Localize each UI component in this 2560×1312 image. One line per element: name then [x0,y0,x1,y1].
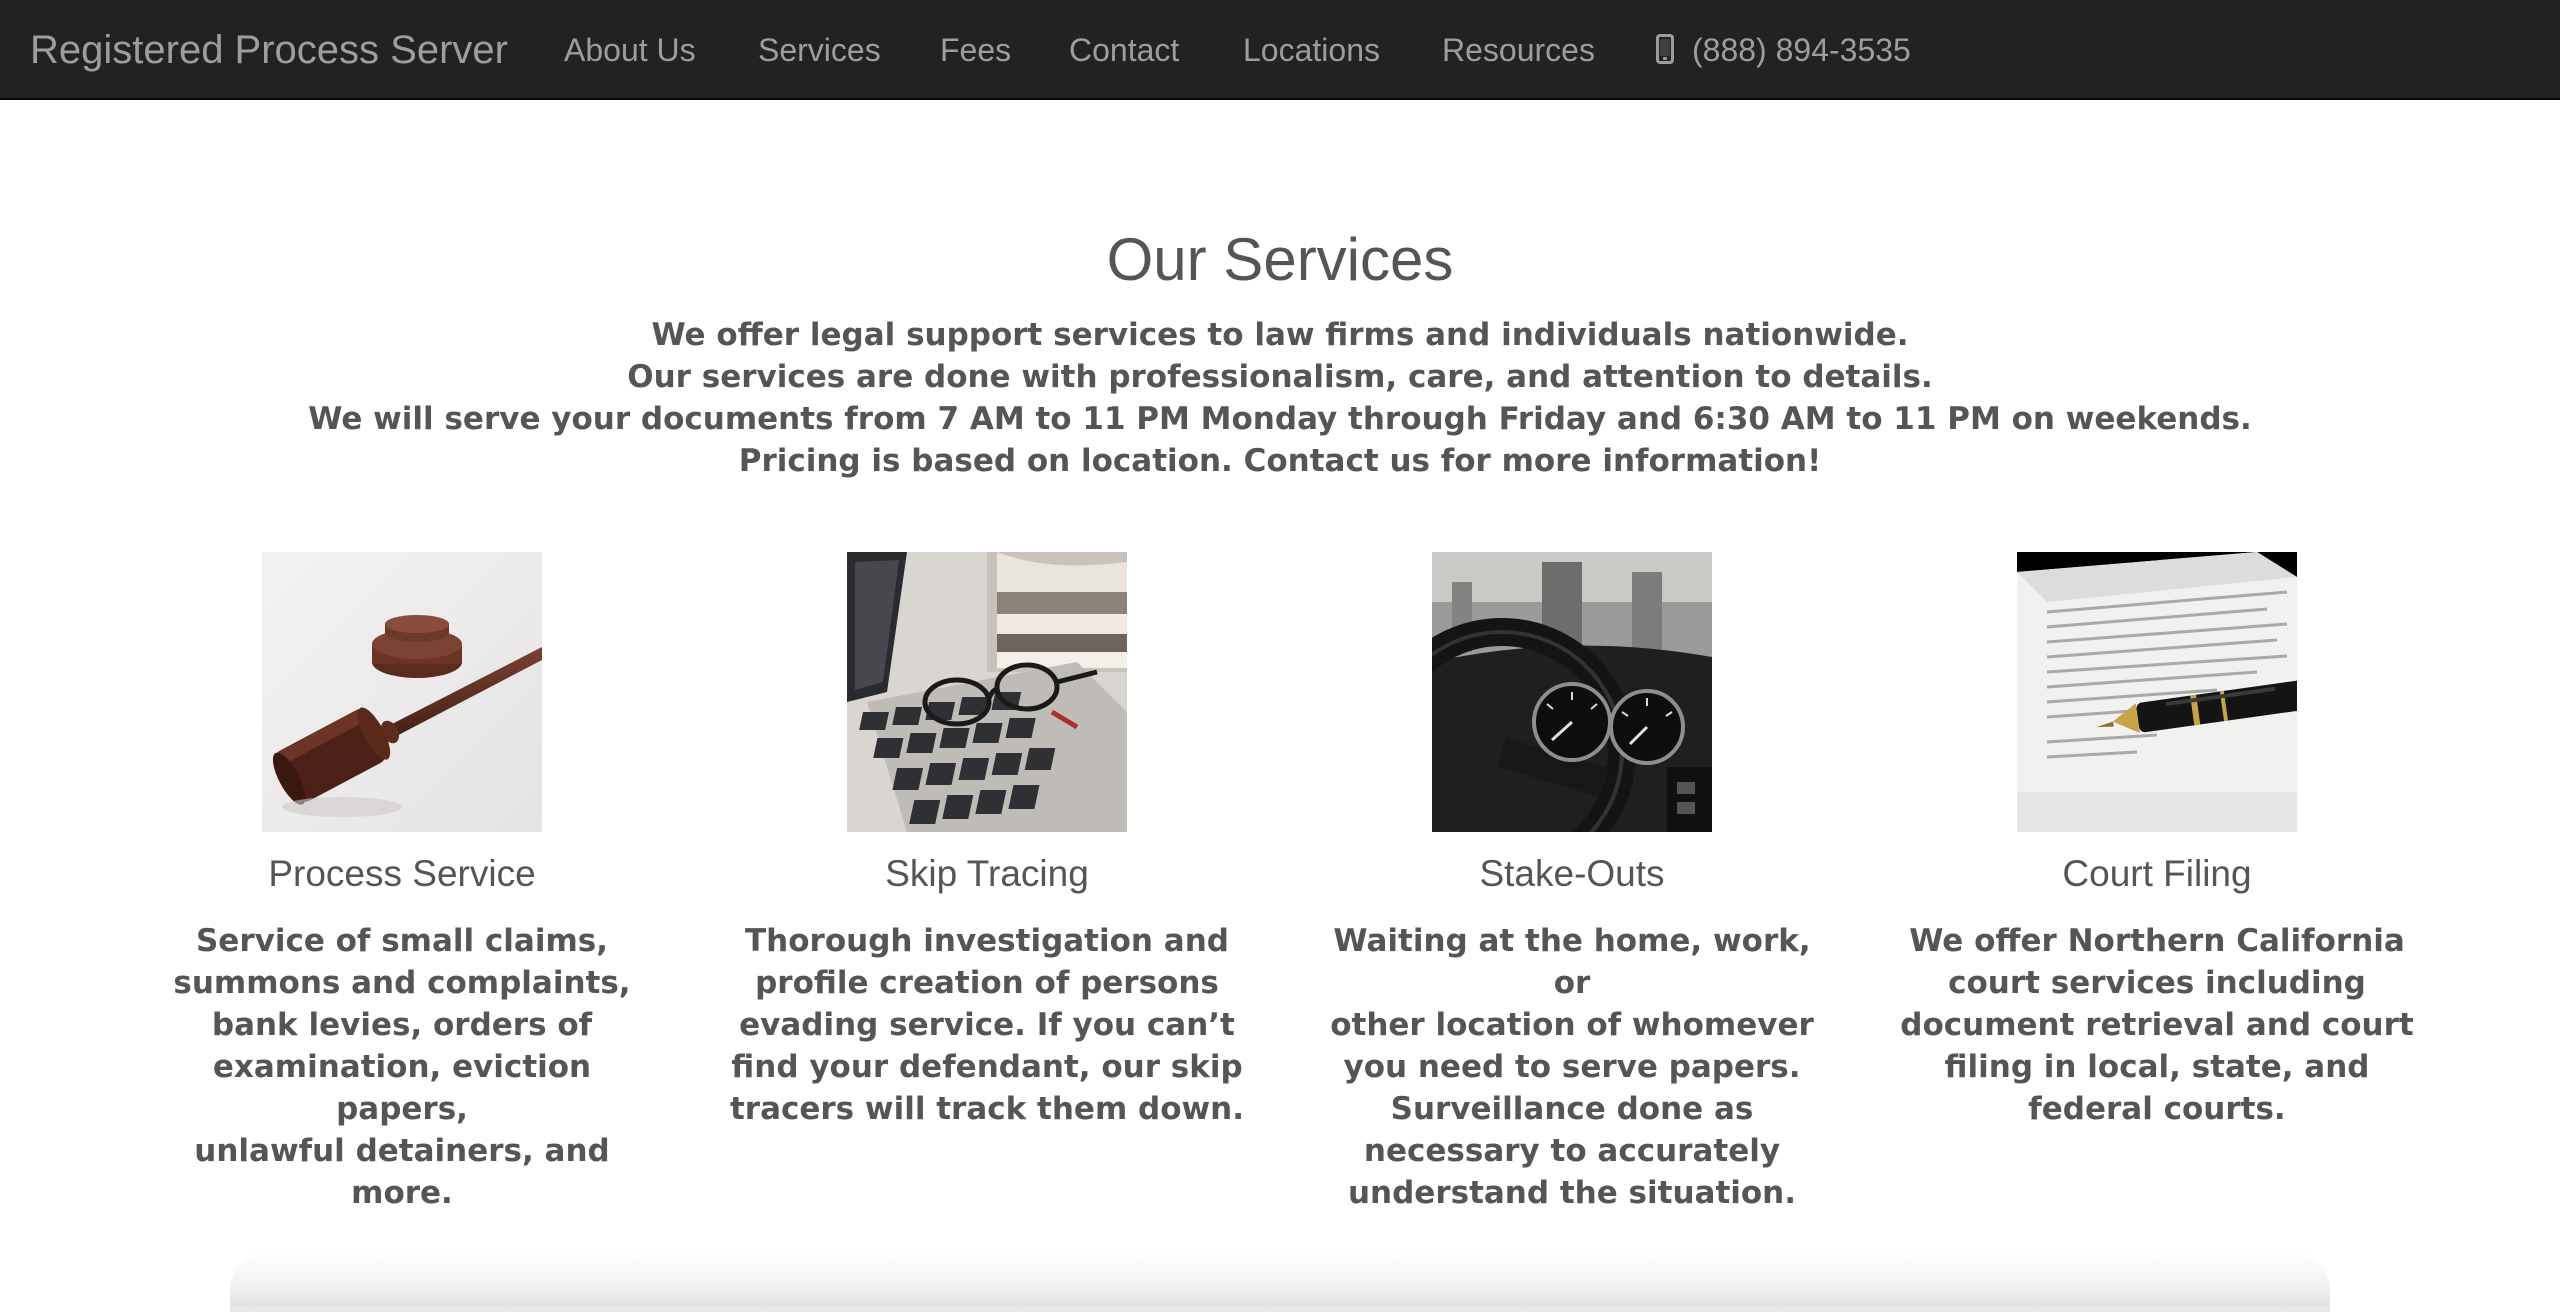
description-line: examination, eviction papers, [212,1049,592,1127]
description-line: Waiting at the home, work, or [1333,923,1811,1001]
laptop-and-glasses-photo [847,552,1127,832]
service-title: Skip Tracing [885,853,1089,894]
description-line: Surveillance done as [1390,1091,1754,1127]
next-section-shadow [230,1250,2330,1312]
nav-link-resources[interactable]: Resources [1442,0,1595,100]
description-line: profile creation of persons [755,965,1219,1001]
services-intro: We offer legal support services to law f… [0,314,2560,482]
description-line: filing in local, state, and [1944,1049,2370,1085]
description-line: find your defendant, our skip [731,1049,1243,1085]
description-line: Thorough investigation and [745,923,1229,959]
description-line: unlawful detainers, and more. [194,1133,610,1211]
service-description: Thorough investigation and profile creat… [727,920,1247,1130]
next-section-edge [230,1306,2330,1312]
intro-line: Pricing is based on location. Contact us… [738,443,1822,479]
car-dashboard-photo [1432,552,1712,832]
description-line: you need to serve papers. [1343,1049,1801,1085]
service-title: Process Service [268,853,536,894]
service-card-skip-tracing: Skip Tracing Thorough investigation and … [727,552,1247,1130]
service-card-process-service: Process Service Service of small claims,… [142,552,662,1214]
description-line: summons and complaints, [173,965,631,1001]
intro-line: We will serve your documents from 7 AM t… [308,401,2252,437]
service-description: We offer Northern California court servi… [1897,920,2417,1130]
pen-on-document-photo [2017,552,2297,832]
service-description: Service of small claims, summons and com… [142,920,662,1214]
phone-number: (888) 894-3535 [1692,32,1911,68]
brand-link[interactable]: Registered Process Server [30,0,508,100]
mobile-phone-icon [1656,34,1674,64]
nav-phone-link[interactable]: (888) 894-3535 [1656,0,1911,100]
nav-link-contact[interactable]: Contact [1069,0,1179,100]
description-line: document retrieval and court [1900,1007,2414,1043]
description-line: understand the situation. [1347,1175,1797,1211]
description-line: evading service. If you can’t [739,1007,1235,1043]
description-line: other location of whomever [1330,1007,1814,1043]
nav-link-services[interactable]: Services [758,0,881,100]
description-line: bank levies, orders of [211,1007,593,1043]
nav-link-about-us[interactable]: About Us [564,0,696,100]
description-line: We offer Northern California [1909,923,2405,959]
intro-line: We offer legal support services to law f… [651,317,1909,353]
description-line: federal courts. [2028,1091,2286,1127]
description-line: court services including [1948,965,2366,1001]
top-navbar: Registered Process Server About Us Servi… [0,0,2560,100]
nav-link-fees[interactable]: Fees [940,0,1011,100]
service-card-stake-outs: Stake-Outs Waiting at the home, work, or… [1312,552,1832,1214]
service-card-court-filing: Court Filing We offer Northern Californi… [1897,552,2417,1130]
gavel-photo [262,552,542,832]
description-line: tracers will track them down. [729,1091,1245,1127]
page-title: Our Services [1106,226,1454,293]
description-line: Service of small claims, [195,923,609,959]
service-description: Waiting at the home, work, or other loca… [1312,920,1832,1214]
nav-link-locations[interactable]: Locations [1243,0,1380,100]
description-line: necessary to accurately [1363,1133,1781,1169]
intro-line: Our services are done with professionali… [627,359,1933,395]
service-title: Stake-Outs [1479,853,1665,894]
service-title: Court Filing [2062,853,2252,894]
